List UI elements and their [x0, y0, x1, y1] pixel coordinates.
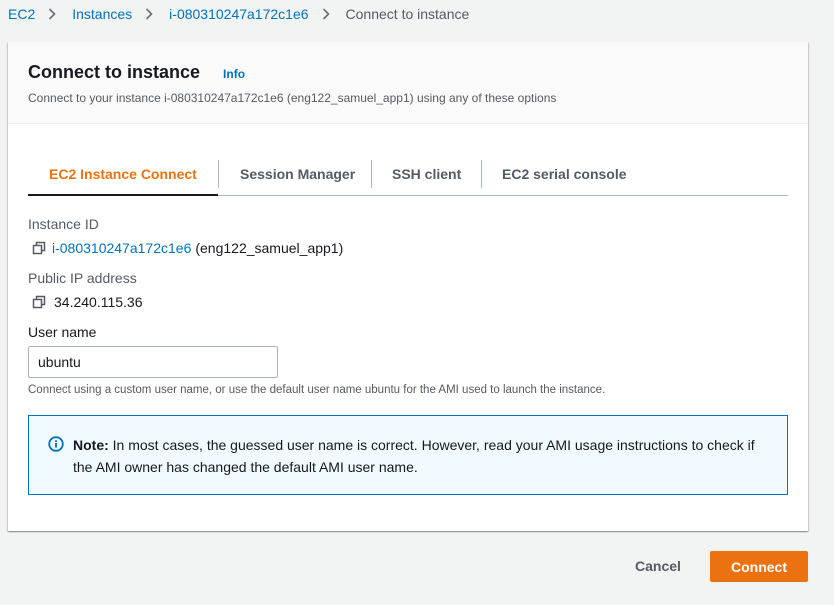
connect-panel: Connect to instance Info Connect to your… — [8, 42, 808, 531]
copy-icon[interactable] — [32, 295, 46, 309]
chevron-right-icon — [48, 8, 58, 20]
note-title: Note: — [73, 437, 109, 453]
instance-id-link[interactable]: i-080310247a172c1e6 — [52, 240, 191, 256]
user-name-input[interactable] — [28, 346, 278, 378]
tab-ec2-instance-connect[interactable]: EC2 Instance Connect — [28, 152, 218, 196]
page-description: Connect to your instance i-080310247a172… — [28, 91, 557, 105]
tab-ec2-serial-console[interactable]: EC2 serial console — [482, 152, 642, 195]
chevron-right-icon — [145, 8, 155, 20]
user-name-label: User name — [28, 324, 97, 340]
tab-label: EC2 serial console — [502, 165, 627, 182]
breadcrumb-ec2[interactable]: EC2 — [8, 6, 35, 22]
public-ip-value: 34.240.115.36 — [32, 294, 143, 310]
connect-button[interactable]: Connect — [710, 551, 808, 582]
connection-tabs: EC2 Instance Connect Session Manager SSH… — [28, 152, 788, 196]
instance-id-value: i-080310247a172c1e6 (eng122_samuel_app1) — [32, 240, 343, 256]
panel-header: Connect to instance Info Connect to your… — [8, 42, 808, 124]
breadcrumb-instance-id[interactable]: i-080310247a172c1e6 — [169, 6, 308, 22]
info-circle-icon — [48, 436, 64, 452]
cancel-button[interactable]: Cancel — [618, 550, 698, 582]
public-ip-text: 34.240.115.36 — [54, 294, 143, 310]
info-alert: Note: In most cases, the guessed user na… — [28, 415, 788, 495]
public-ip-label: Public IP address — [28, 270, 137, 286]
page-title: Connect to instance — [28, 62, 201, 82]
chevron-right-icon — [322, 8, 332, 20]
instance-id-label: Instance ID — [28, 216, 99, 232]
user-name-hint: Connect using a custom user name, or use… — [28, 384, 606, 396]
breadcrumb-current: Connect to instance — [345, 6, 470, 22]
tab-session-manager[interactable]: Session Manager — [219, 152, 371, 195]
tab-label: EC2 Instance Connect — [49, 165, 197, 182]
tab-ssh-client[interactable]: SSH client — [372, 152, 481, 195]
note-text: In most cases, the guessed user name is … — [73, 437, 755, 475]
tab-label: SSH client — [392, 165, 462, 182]
breadcrumb-instances[interactable]: Instances — [72, 6, 132, 22]
instance-name: (eng122_samuel_app1) — [195, 240, 344, 256]
copy-icon[interactable] — [32, 241, 46, 255]
breadcrumb: EC2 Instances i-080310247a172c1e6 Connec… — [8, 4, 469, 24]
tab-label: Session Manager — [240, 165, 356, 182]
info-link[interactable]: Info — [223, 67, 245, 81]
